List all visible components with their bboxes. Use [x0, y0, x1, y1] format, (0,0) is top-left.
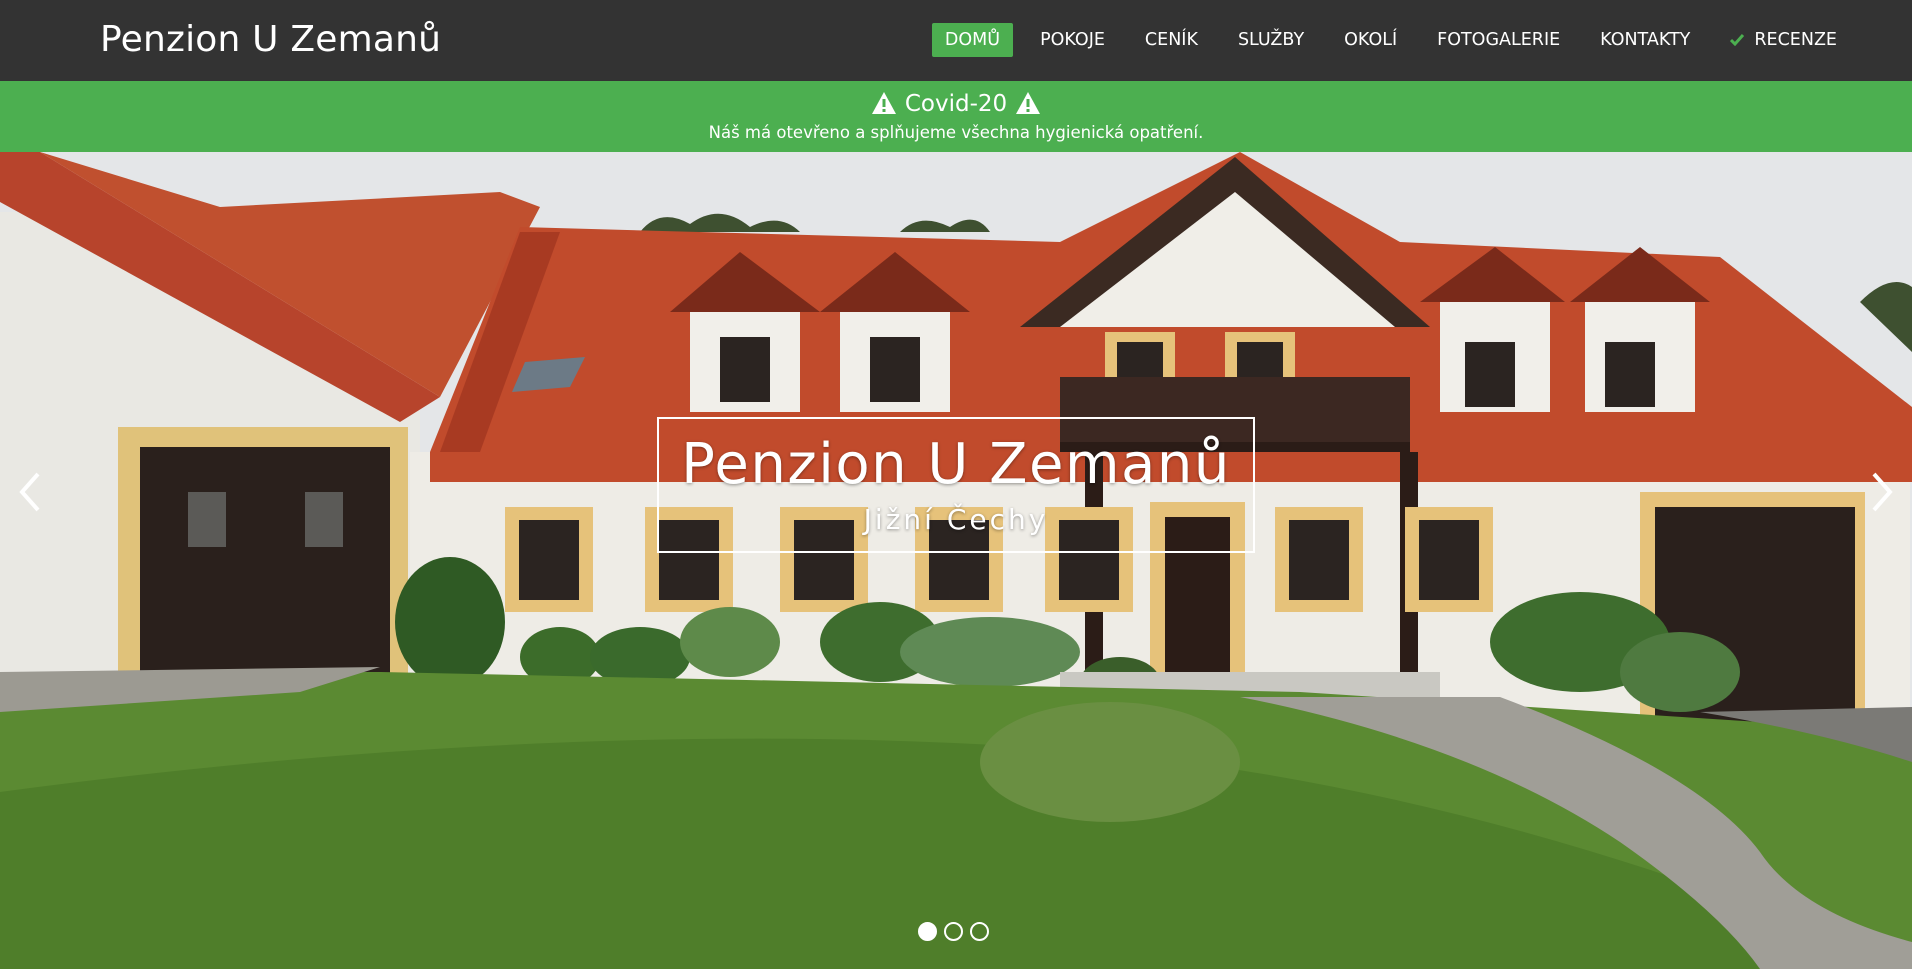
site-brand[interactable]: Penzion U Zemanů [100, 19, 441, 60]
nav-item-reviews-label: RECENZE [1754, 30, 1837, 50]
hero-subtitle: Jižní Čechy [863, 503, 1049, 536]
nav-item-surroundings[interactable]: OKOLÍ [1331, 23, 1410, 57]
hero-title: Penzion U Zemanů [681, 432, 1231, 497]
carousel-next-button[interactable] [1862, 462, 1902, 522]
warning-icon [1016, 92, 1041, 114]
hero-image [0, 152, 1912, 969]
warning-icon [871, 92, 896, 114]
nav-item-reviews[interactable]: RECENZE [1717, 23, 1850, 57]
nav-item-home[interactable]: DOMŮ [931, 23, 1014, 57]
covid-banner-title: Covid-20 [0, 86, 1912, 122]
nav-item-gallery[interactable]: FOTOGALERIE [1424, 23, 1573, 57]
carousel-indicator-2[interactable] [944, 922, 963, 941]
chevron-left-icon [19, 472, 40, 512]
nav-item-rooms[interactable]: POKOJE [1027, 23, 1118, 57]
covid-banner: Covid-20 Náš má otevřeno a splňujeme vše… [0, 81, 1912, 152]
carousel-indicator-1[interactable] [918, 922, 937, 941]
navbar: Penzion U Zemanů DOMŮ POKOJE CENÍK SLUŽB… [0, 0, 1912, 81]
nav-item-contacts[interactable]: KONTAKTY [1587, 23, 1703, 57]
nav-item-services[interactable]: SLUŽBY [1225, 23, 1317, 57]
carousel-prev-button[interactable] [10, 462, 50, 522]
chevron-right-icon [1872, 472, 1893, 512]
covid-banner-text: Náš má otevřeno a splňujeme všechna hygi… [708, 123, 1204, 142]
nav-item-prices[interactable]: CENÍK [1132, 23, 1211, 57]
carousel-indicator-3[interactable] [970, 922, 989, 941]
main-menu: DOMŮ POKOJE CENÍK SLUŽBY OKOLÍ FOTOGALER… [918, 23, 1850, 57]
covid-banner-heading: Covid-20 [904, 91, 1008, 117]
check-icon [1730, 34, 1745, 46]
carousel-indicators [918, 922, 996, 941]
hero-carousel: Penzion U Zemanů Jižní Čechy [0, 152, 1912, 969]
hero-caption: Penzion U Zemanů Jižní Čechy [657, 417, 1255, 553]
